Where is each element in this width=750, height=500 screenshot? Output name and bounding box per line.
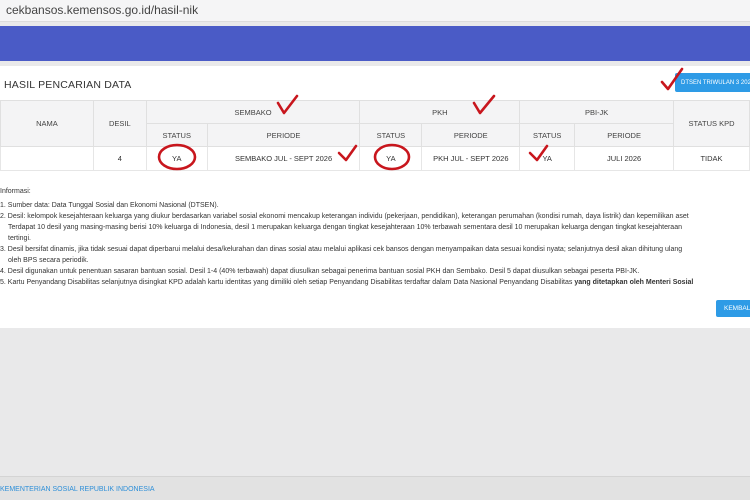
back-button[interactable]: KEMBALI xyxy=(716,300,750,317)
info-item-5: 5. Kartu Penyandang Disabilitas selanjut… xyxy=(0,277,750,288)
info-heading: Informasi: xyxy=(0,188,31,195)
info-item-2-text: 2. Desil: kelompok kesejahteraan keluarg… xyxy=(0,213,689,220)
footer-text[interactable]: KEMENTERIAN SOSIAL REPUBLIK INDONESIA xyxy=(0,486,155,493)
subheader-pkh-status: STATUS xyxy=(359,123,423,147)
information-section: Informasi: 1. Sumber data: Data Tunggal … xyxy=(0,186,750,288)
browser-address-bar[interactable]: cekbansos.kemensos.go.id/hasil-nik xyxy=(0,0,750,22)
info-item-2-continuation-2: tertingi. xyxy=(8,235,31,242)
result-table: NAMA DESIL SEMBAKO PKH PBI-JK STATUS KPD… xyxy=(0,100,750,171)
info-item-4-text: 4. Desil digunakan untuk penentuan sasar… xyxy=(0,268,640,275)
cell-pbi-status: YA xyxy=(519,146,576,171)
cell-sembako-status: YA xyxy=(145,146,208,171)
subheader-pkh-periode: PERIODE xyxy=(421,123,521,147)
table-header-row: NAMA DESIL SEMBAKO PKH PBI-JK STATUS KPD xyxy=(0,100,750,147)
info-item-3: 3. Desil bersifat dinamis, jika tidak se… xyxy=(0,244,750,266)
dtsen-period-button[interactable]: DTSEN TRIWULAN 3 2026 xyxy=(675,73,750,92)
cell-pkh-periode: PKH JUL - SEPT 2026 xyxy=(421,146,521,171)
info-item-5-text: 5. Kartu Penyandang Disabilitas selanjut… xyxy=(0,279,573,286)
cell-pkh-status: YA xyxy=(359,146,423,171)
subheader-pbi-periode: PERIODE xyxy=(574,123,675,147)
cell-nama xyxy=(0,146,94,171)
info-item-2: 2. Desil: kelompok kesejahteraan keluarg… xyxy=(0,211,750,244)
header-desil: DESIL xyxy=(92,100,147,147)
cell-sembako-periode: SEMBAKO JUL - SEPT 2026 xyxy=(206,146,361,171)
info-item-5-bold: yang ditetapkan oleh Menteri Sosial xyxy=(572,279,694,286)
info-item-3-text: 3. Desil bersifat dinamis, jika tidak se… xyxy=(0,246,683,253)
info-item-1: 1. Sumber data: Data Tunggal Sosial dan … xyxy=(0,200,750,211)
header-status-kpd: STATUS KPD xyxy=(673,100,750,147)
subheader-sembako-periode: PERIODE xyxy=(206,123,361,147)
info-item-4: 4. Desil digunakan untuk penentuan sasar… xyxy=(0,266,750,277)
header-pbi-jk: PBI-JK xyxy=(519,100,675,124)
page-title: HASIL PENCARIAN DATA xyxy=(4,79,132,91)
subheader-pbi-status: STATUS xyxy=(519,123,576,147)
header-pkh: PKH xyxy=(359,100,521,124)
header-sembako: SEMBAKO xyxy=(145,100,361,124)
cell-pbi-periode: JULI 2026 xyxy=(574,146,675,171)
url-text[interactable]: cekbansos.kemensos.go.id/hasil-nik xyxy=(6,3,198,17)
cell-desil: 4 xyxy=(92,146,147,171)
cell-status-kpd: TIDAK xyxy=(673,146,750,171)
result-card: HASIL PENCARIAN DATA DTSEN TRIWULAN 3 20… xyxy=(0,66,750,328)
site-header-bar xyxy=(0,26,750,61)
subheader-sembako-status: STATUS xyxy=(145,123,208,147)
info-list: 1. Sumber data: Data Tunggal Sosial dan … xyxy=(0,200,750,288)
info-item-1-text: 1. Sumber data: Data Tunggal Sosial dan … xyxy=(0,202,219,209)
header-nama: NAMA xyxy=(0,100,94,147)
table-row: 4 YA SEMBAKO JUL - SEPT 2026 YA PKH JUL … xyxy=(0,146,750,171)
info-item-2-continuation: Terdapat 10 desil yang masing-masing ber… xyxy=(8,224,682,231)
footer: KEMENTERIAN SOSIAL REPUBLIK INDONESIA xyxy=(0,476,750,500)
info-item-3-continuation: oleh BPS secara periodik. xyxy=(8,257,89,264)
